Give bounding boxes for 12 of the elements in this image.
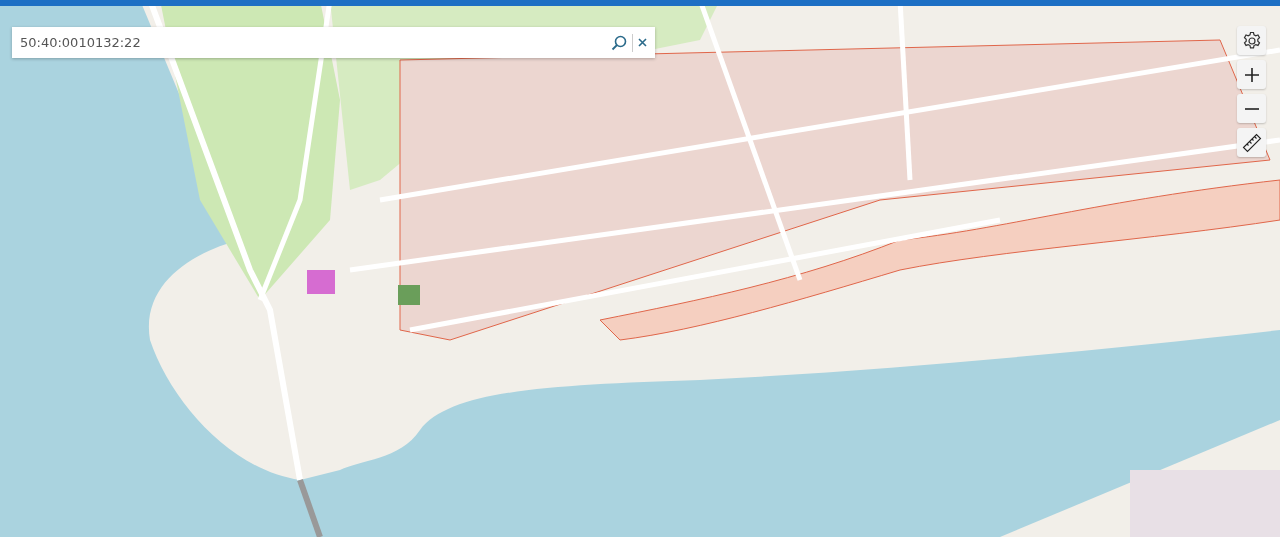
zoom-in-button[interactable]: [1237, 60, 1266, 89]
search-bar[interactable]: 50:40:0010132:22: [12, 27, 655, 58]
gear-icon: [1241, 30, 1262, 51]
ruler-button[interactable]: [1237, 128, 1266, 157]
search-icon[interactable]: [611, 34, 627, 51]
settings-button[interactable]: [1237, 26, 1266, 55]
ruler-icon: [1241, 132, 1262, 153]
plus-icon: [1243, 66, 1260, 83]
minus-icon: [1243, 107, 1260, 110]
search-field[interactable]: 50:40:0010132:22: [20, 35, 611, 50]
close-icon[interactable]: [638, 38, 647, 47]
zoom-out-button[interactable]: [1237, 94, 1266, 123]
